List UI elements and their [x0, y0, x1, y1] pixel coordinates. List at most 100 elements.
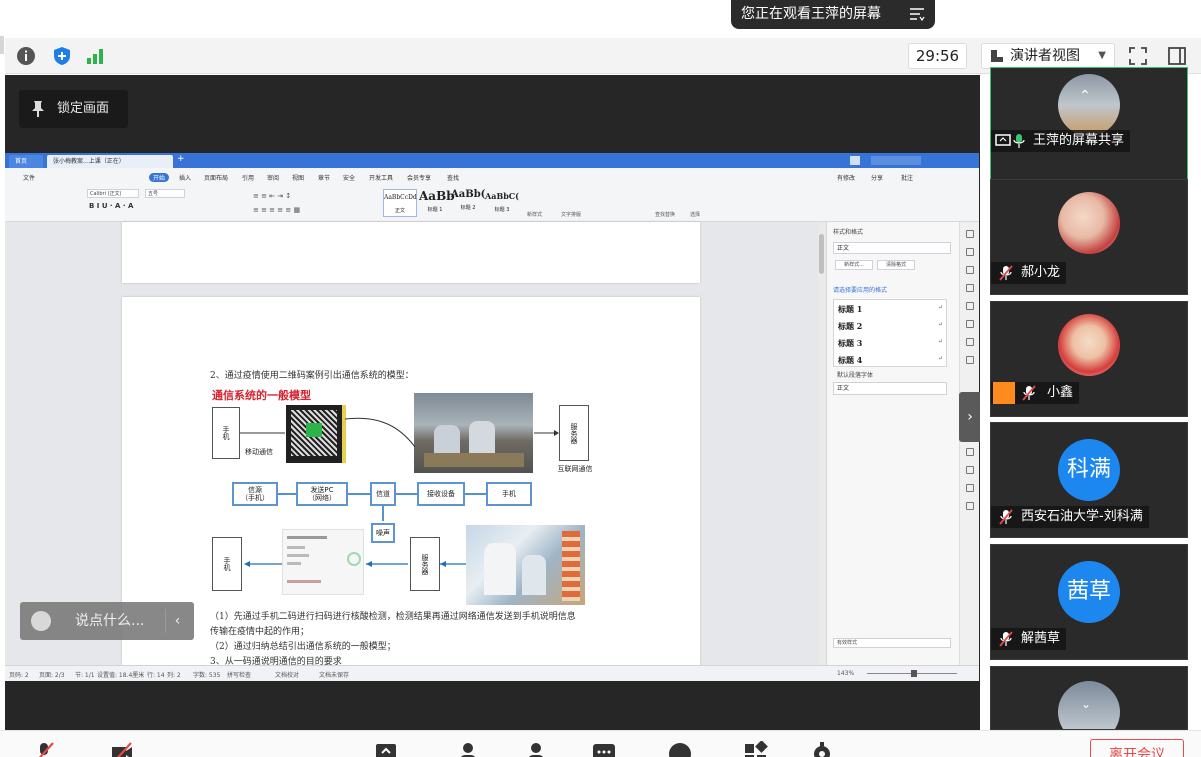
ribbon-layout[interactable]: 文字排版 — [561, 211, 581, 218]
chat-icon[interactable] — [592, 741, 616, 757]
lock-screen-button[interactable]: 锁定画面 — [19, 90, 128, 128]
menu-devtools[interactable]: 开发工具 — [369, 173, 393, 182]
tool-icon[interactable] — [966, 302, 974, 310]
status-pages: 页面: 2/3 — [39, 672, 65, 679]
doc-scrollbar[interactable] — [818, 222, 826, 665]
menu-layout[interactable]: 页面布局 — [204, 173, 228, 182]
doc-scroll-thumb[interactable] — [819, 234, 824, 274]
menu-comment[interactable]: 批注 — [901, 173, 913, 182]
tool-icon[interactable] — [966, 502, 974, 510]
format-icons[interactable]: B I U · A · A — [89, 202, 133, 210]
style-heading2[interactable]: AaBb( 标题 2 — [451, 189, 485, 211]
share-screen-icon[interactable] — [374, 741, 398, 757]
banner-menu-icon[interactable] — [909, 7, 925, 21]
ribbon-find-replace[interactable]: 查找替换 — [655, 211, 675, 218]
flow-top-connectors — [240, 417, 559, 448]
emoji-icon[interactable] — [31, 611, 51, 631]
menu-reference[interactable]: 引用 — [242, 173, 254, 182]
style-show-select[interactable]: 有效样式 — [833, 638, 951, 648]
info-icon[interactable] — [16, 46, 36, 66]
menu-file[interactable]: 文件 — [23, 173, 35, 182]
menu-share[interactable]: 分享 — [871, 173, 883, 182]
menu-review[interactable]: 审阅 — [267, 173, 279, 182]
flow-phone-bottom-label: 手机 — [223, 557, 232, 571]
menu-home[interactable]: 开始 — [149, 173, 170, 182]
participant-tile[interactable]: 小鑫 — [990, 301, 1188, 417]
participant-tile[interactable]: 茜草 解茜草 — [990, 544, 1188, 660]
align-icons[interactable]: ≡ ≡ ≡ ≡ ≡ ▦ — [253, 206, 300, 214]
style-normal-name: 正文 — [394, 208, 405, 214]
font-name-select[interactable]: Calibri (正文) — [87, 189, 139, 198]
style-current-select[interactable]: 正文 — [833, 242, 951, 254]
tool-icon[interactable] — [966, 356, 974, 364]
chevron-up-icon[interactable]: ⌃ — [1079, 88, 1091, 104]
participant-tile[interactable]: 郝小龙 — [990, 179, 1188, 295]
tool-icon[interactable] — [966, 448, 974, 456]
style-heading1[interactable]: AaBb 标题 1 — [419, 189, 455, 213]
tool-icon[interactable] — [966, 466, 974, 474]
camera-off-icon[interactable] — [110, 741, 134, 757]
menu-security[interactable]: 安全 — [343, 173, 355, 182]
menu-search[interactable]: 查找 — [447, 173, 459, 182]
settings-gear-icon[interactable] — [810, 741, 834, 757]
chat-input[interactable]: 说点什么... ‹ — [20, 602, 194, 640]
doc-tab-home[interactable]: 首页 — [9, 155, 43, 168]
tool-icon[interactable] — [966, 338, 974, 346]
style-item-heading4[interactable]: 标题 4 ↵ — [838, 355, 943, 366]
lab-shelf — [562, 531, 580, 601]
menu-modified[interactable]: 有修改 — [837, 173, 855, 182]
doc-tab-file[interactable]: 张小梅教案...上课（正在） — [47, 155, 173, 168]
ribbon-select[interactable]: 选择 — [690, 211, 700, 218]
zoom-slider-thumb[interactable] — [911, 670, 917, 677]
mic-muted-icon[interactable] — [32, 741, 56, 757]
tool-icon[interactable] — [966, 230, 974, 238]
participants-icon[interactable] — [524, 741, 548, 757]
style-body-item[interactable]: 正文 — [833, 382, 947, 395]
menu-section[interactable]: 章节 — [318, 173, 330, 182]
participant-tile-share[interactable]: ⌃ 王萍的屏幕共享 — [990, 67, 1188, 183]
shield-icon[interactable] — [52, 46, 72, 66]
new-tab-icon[interactable]: + — [177, 154, 185, 164]
font-size-select[interactable]: 五号 — [145, 189, 185, 198]
status-spell[interactable]: 拼写检查 — [227, 670, 251, 679]
style-item-heading3[interactable]: 标题 3 ↵ — [838, 338, 943, 349]
new-style-button[interactable]: 新样式... — [835, 260, 873, 270]
style-default-font[interactable]: 默认段落字体 — [837, 370, 873, 379]
chevron-left-icon[interactable]: ‹ — [165, 609, 189, 633]
doc-page-current: 2、通过疫情使用二维码案例引出通信系统的模型： 通信系统的一般模型 手机 移动通… — [122, 297, 700, 677]
style-heading3[interactable]: AaBbC( 标题 3 — [485, 189, 519, 213]
fullscreen-icon[interactable] — [1128, 46, 1148, 66]
record-icon[interactable] — [668, 741, 692, 757]
tool-icon[interactable] — [966, 266, 974, 274]
participant-tile[interactable]: ⌄ — [990, 666, 1188, 730]
tool-icon[interactable] — [966, 284, 974, 292]
style-normal[interactable]: AaBbCcDd 正文 — [383, 189, 417, 217]
document-canvas[interactable]: 2、通过疫情使用二维码案例引出通信系统的模型： 通信系统的一般模型 手机 移动通… — [5, 222, 820, 677]
paragraph-icons[interactable]: ≡ ≡ ⇤ ⇥ ↕ — [253, 192, 291, 200]
tool-icon[interactable] — [966, 484, 974, 492]
signal-icon[interactable] — [85, 46, 105, 66]
mic-muted-icon — [1022, 385, 1036, 401]
menu-insert[interactable]: 插入 — [179, 173, 191, 182]
style-item-heading2[interactable]: 标题 2 ↵ — [838, 321, 943, 332]
status-proof[interactable]: 文档校对 — [275, 670, 299, 679]
bottom-control-bar: 离开会议 — [0, 730, 1201, 757]
ribbon-new-style[interactable]: 新样式 — [527, 211, 542, 218]
tool-icon[interactable] — [966, 248, 974, 256]
menu-member[interactable]: 会员专享 — [407, 173, 431, 182]
leave-meeting-button[interactable]: 离开会议 — [1090, 739, 1184, 757]
invite-icon[interactable] — [458, 741, 482, 757]
chevron-down-icon[interactable]: ⌄ — [1081, 697, 1091, 711]
style-pane-section: 请选择要应用的格式 — [833, 287, 888, 294]
sidebar-toggle-icon[interactable] — [1167, 46, 1187, 66]
clear-format-button[interactable]: 清除格式 — [877, 260, 915, 270]
apps-icon[interactable] — [744, 741, 768, 757]
tool-icon[interactable] — [966, 320, 974, 328]
participant-tile[interactable]: 科满 西安石油大学-刘科满 — [990, 422, 1188, 538]
style-item-heading1[interactable]: 标题 1 ↵ — [838, 304, 943, 315]
status-words: 字数: 535 — [193, 672, 221, 679]
menu-view[interactable]: 视图 — [292, 173, 304, 182]
participant-name: 郝小龙 — [1021, 265, 1061, 280]
panel-collapse-button[interactable]: › — [959, 392, 981, 442]
view-mode-select[interactable]: 演讲者视图 ▼ — [981, 43, 1115, 69]
